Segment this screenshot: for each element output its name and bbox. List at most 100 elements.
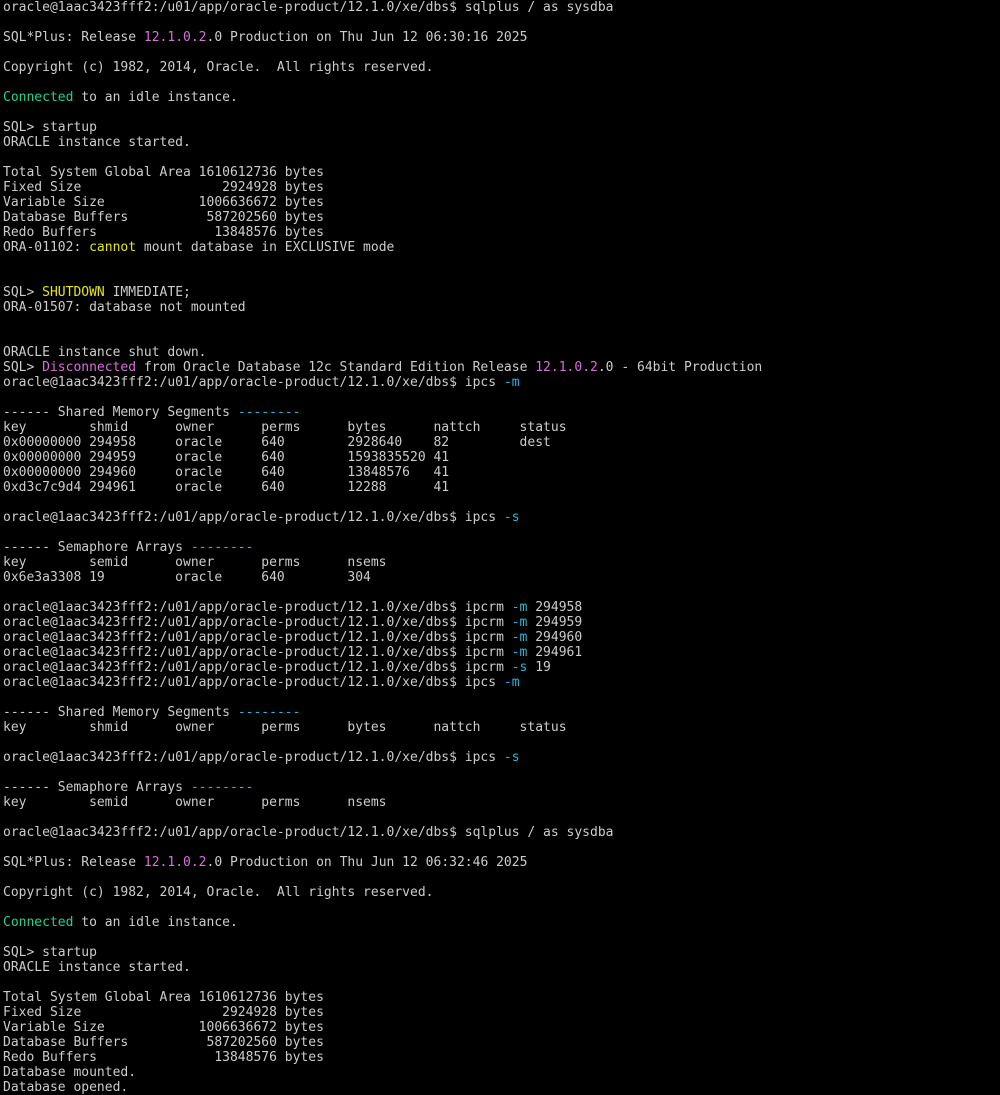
terminal-line: key shmid owner perms bytes nattch statu… [3,720,762,735]
terminal-text-segment: oracle@1aac3423fff2:/u01/app/oracle-prod… [3,615,512,630]
terminal-text-segment: -------- [190,780,254,795]
terminal-text-segment: Database mounted. [3,1065,137,1080]
terminal-text-segment: SHUTDOWN [42,285,105,300]
terminal-text-segment: Variable Size 1006636672 bytes [3,1020,324,1035]
terminal-text-segment: SQL> [3,360,43,375]
terminal-line: Redo Buffers 13848576 bytes [3,225,762,240]
terminal-text-segment: to an idle instance. [73,90,238,105]
terminal-text-segment: oracle@1aac3423fff2:/u01/app/oracle-prod… [3,375,504,390]
terminal-line: ------ Semaphore Arrays -------- [3,540,762,555]
terminal-text-segment: Redo Buffers 13848576 bytes [3,225,324,240]
terminal-text-segment: Disconnected [42,360,137,375]
terminal-text-segment: 294961 [527,645,583,660]
terminal-text-segment: oracle@1aac3423fff2:/u01/app/oracle-prod… [3,675,504,690]
terminal-text-segment: SQL> [3,285,43,300]
terminal-text-segment: -------- [190,540,254,555]
terminal-text-segment: -------- [237,705,301,720]
terminal-text-segment: SQL*Plus: Release [3,855,144,870]
terminal-text-segment: 12.1.0.2 [143,30,207,45]
terminal-line: Database Buffers 587202560 bytes [3,1035,762,1050]
terminal-text-segment: oracle@1aac3423fff2:/u01/app/oracle-prod… [3,825,614,840]
terminal-line: oracle@1aac3423fff2:/u01/app/oracle-prod… [3,630,762,645]
terminal-line: Variable Size 1006636672 bytes [3,1020,762,1035]
terminal-text-segment: ORACLE instance started. [3,135,191,150]
terminal-text-segment: ORA-01102: [3,240,90,255]
terminal-line: oracle@1aac3423fff2:/u01/app/oracle-prod… [3,600,762,615]
terminal-window[interactable]: oracle@1aac3423fff2:/u01/app/oracle-prod… [0,0,1000,1095]
terminal-line: oracle@1aac3423fff2:/u01/app/oracle-prod… [3,0,762,15]
terminal-line: Copyright (c) 1982, 2014, Oracle. All ri… [3,885,762,900]
terminal-text-segment: cannot [89,240,137,255]
terminal-text-segment: ------ Shared Memory Segments [3,705,238,720]
terminal-line: ORA-01507: database not mounted [3,300,762,315]
terminal-line: 0x6e3a3308 19 oracle 640 304 [3,570,762,585]
terminal-line: ------ Shared Memory Segments -------- [3,705,762,720]
terminal-text-segment: Copyright (c) 1982, 2014, Oracle. All ri… [3,885,434,900]
terminal-line: Database mounted. [3,1065,762,1080]
terminal-line: Fixed Size 2924928 bytes [3,180,762,195]
terminal-line: key shmid owner perms bytes nattch statu… [3,420,762,435]
terminal-line: Copyright (c) 1982, 2014, Oracle. All ri… [3,60,762,75]
terminal-text-segment: ORA-01507: database not mounted [3,300,246,315]
terminal-text-segment: oracle@1aac3423fff2:/u01/app/oracle-prod… [3,630,512,645]
terminal-text-segment: Database Buffers 587202560 bytes [3,1035,324,1050]
terminal-line: 0xd3c7c9d4 294961 oracle 640 12288 41 [3,480,762,495]
terminal-text-segment: Total System Global Area 1610612736 byte… [3,990,324,1005]
terminal-line: Total System Global Area 1610612736 byte… [3,990,762,1005]
terminal-text-segment: ------ Semaphore Arrays [3,540,191,555]
terminal-text-segment: -s [503,750,520,765]
terminal-text-segment: key semid owner perms nsems [3,555,387,570]
terminal-text-segment: 294960 [527,630,583,645]
terminal-text-segment: Variable Size 1006636672 bytes [3,195,324,210]
terminal-text-segment: 0xd3c7c9d4 294961 oracle 640 12288 41 [3,480,450,495]
terminal-line: ORACLE instance shut down. [3,345,762,360]
terminal-line: ORACLE instance started. [3,135,762,150]
terminal-text-segment: ORACLE instance started. [3,960,191,975]
terminal-text-segment: to an idle instance. [73,915,238,930]
terminal-line: oracle@1aac3423fff2:/u01/app/oracle-prod… [3,510,762,525]
terminal-text-segment: -m [503,675,520,690]
terminal-line: ORA-01102: cannot mount database in EXCL… [3,240,762,255]
terminal-line: oracle@1aac3423fff2:/u01/app/oracle-prod… [3,825,762,840]
terminal-text-segment: Database Buffers 587202560 bytes [3,210,324,225]
terminal-text-segment: Fixed Size 2924928 bytes [3,1005,324,1020]
terminal-text-segment: oracle@1aac3423fff2:/u01/app/oracle-prod… [3,0,614,15]
terminal-line: oracle@1aac3423fff2:/u01/app/oracle-prod… [3,375,762,390]
terminal-text-segment: Connected [3,90,74,105]
terminal-line: SQL> startup [3,120,762,135]
terminal-line: Variable Size 1006636672 bytes [3,195,762,210]
terminal-line: Connected to an idle instance. [3,915,762,930]
terminal-line: oracle@1aac3423fff2:/u01/app/oracle-prod… [3,645,762,660]
terminal-text-segment: -s [503,510,520,525]
terminal-text-segment: 294958 [527,600,583,615]
terminal-text-segment: ORACLE instance shut down. [3,345,207,360]
terminal-text-segment: from Oracle Database 12c Standard Editio… [136,360,536,375]
terminal-text-segment: oracle@1aac3423fff2:/u01/app/oracle-prod… [3,510,504,525]
terminal-line: 0x00000000 294958 oracle 640 2928640 82 … [3,435,762,450]
terminal-text-segment: ------ Semaphore Arrays [3,780,191,795]
terminal-text-segment: -m [511,645,528,660]
terminal-text-segment: Copyright (c) 1982, 2014, Oracle. All ri… [3,60,434,75]
terminal-line: Fixed Size 2924928 bytes [3,1005,762,1020]
terminal-line: ------ Shared Memory Segments -------- [3,405,762,420]
terminal-text-segment: .0 Production on Thu Jun 12 06:32:46 202… [206,855,528,870]
terminal-text-segment: SQL> startup [3,945,97,960]
terminal-text-segment: SQL> startup [3,120,97,135]
